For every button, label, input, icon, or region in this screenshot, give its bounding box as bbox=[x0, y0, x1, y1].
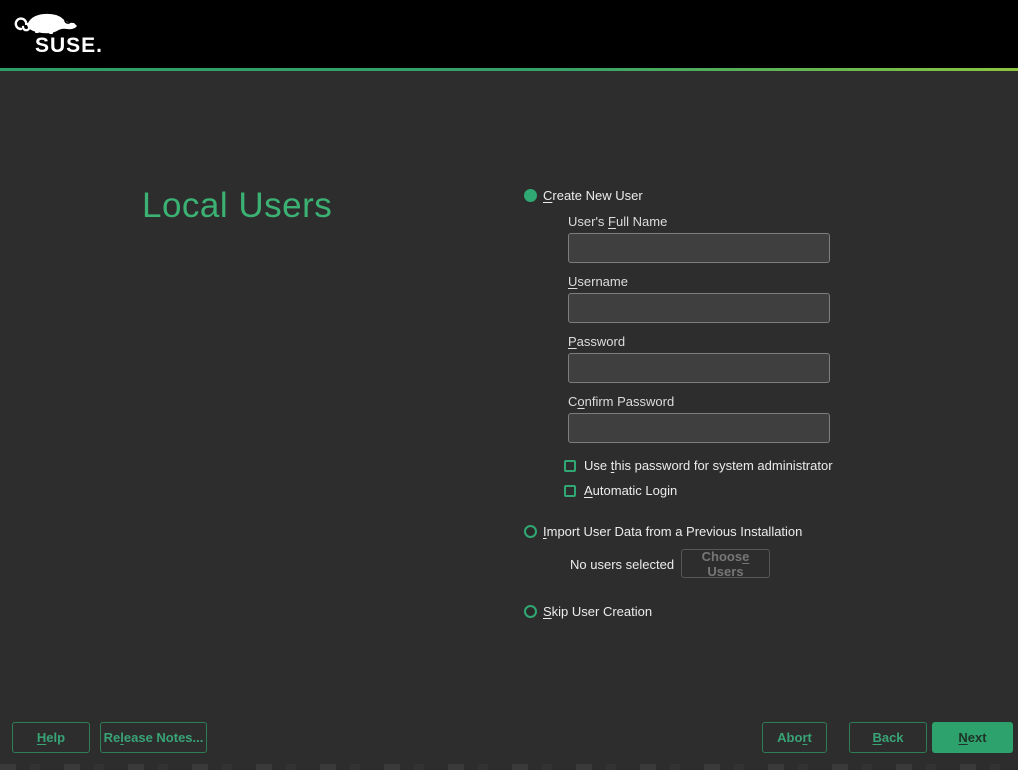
radio-create-new-user-label: Create New User bbox=[543, 188, 643, 203]
release-notes-button-label: Release Notes... bbox=[104, 730, 204, 745]
no-users-selected-status: No users selected bbox=[570, 557, 674, 572]
radio-import-user-data-label: Import User Data from a Previous Install… bbox=[543, 524, 802, 539]
checkbox-automatic-login-label: Automatic Login bbox=[584, 483, 677, 498]
checkbox-automatic-login[interactable]: Automatic Login bbox=[564, 483, 677, 498]
page-title: Local Users bbox=[142, 186, 332, 226]
username-label: Username bbox=[568, 274, 628, 290]
brand-text: SUSE. bbox=[35, 34, 103, 58]
confirm-password-label: Confirm Password bbox=[568, 394, 674, 410]
checkbox-use-password-for-admin-label: Use this password for system administrat… bbox=[584, 458, 833, 473]
radio-unselected-icon[interactable] bbox=[524, 525, 537, 538]
checkbox-use-password-for-admin[interactable]: Use this password for system administrat… bbox=[564, 458, 833, 473]
radio-skip-user-creation[interactable]: Skip User Creation bbox=[524, 604, 652, 619]
header-accent-line bbox=[0, 68, 1018, 71]
help-button[interactable]: Help bbox=[12, 722, 90, 753]
clipped-bottom-row bbox=[0, 764, 1018, 770]
radio-unselected-icon[interactable] bbox=[524, 605, 537, 618]
choose-users-button[interactable]: Choose Users bbox=[681, 549, 770, 578]
radio-create-new-user[interactable]: Create New User bbox=[524, 188, 643, 203]
help-button-label: Help bbox=[37, 730, 65, 745]
username-input[interactable] bbox=[568, 293, 830, 323]
password-input[interactable] bbox=[568, 353, 830, 383]
next-button-label: Next bbox=[958, 730, 986, 745]
chameleon-icon bbox=[11, 8, 89, 34]
radio-skip-user-creation-label: Skip User Creation bbox=[543, 604, 652, 619]
choose-users-button-label: Choose Users bbox=[682, 549, 769, 579]
abort-button[interactable]: Abort bbox=[762, 722, 827, 753]
checkbox-unchecked-icon[interactable] bbox=[564, 485, 576, 497]
full-name-input[interactable] bbox=[568, 233, 830, 263]
radio-import-user-data[interactable]: Import User Data from a Previous Install… bbox=[524, 524, 802, 539]
password-label: Password bbox=[568, 334, 625, 350]
full-name-label: User's Full Name bbox=[568, 214, 667, 230]
suse-logo: SUSE. bbox=[11, 8, 101, 60]
radio-selected-icon[interactable] bbox=[524, 189, 537, 202]
checkbox-unchecked-icon[interactable] bbox=[564, 460, 576, 472]
abort-button-label: Abort bbox=[777, 730, 812, 745]
back-button-label: Back bbox=[872, 730, 903, 745]
back-button[interactable]: Back bbox=[849, 722, 927, 753]
release-notes-button[interactable]: Release Notes... bbox=[100, 722, 207, 753]
next-button[interactable]: Next bbox=[932, 722, 1013, 753]
header-bar: SUSE. bbox=[0, 0, 1018, 68]
confirm-password-input[interactable] bbox=[568, 413, 830, 443]
